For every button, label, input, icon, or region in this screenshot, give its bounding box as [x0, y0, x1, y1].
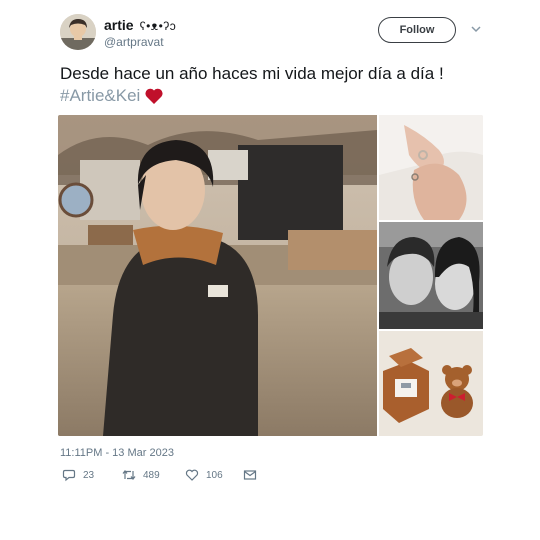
hashtag-link[interactable]: #Artie&Kei	[60, 84, 140, 107]
message-button[interactable]	[243, 468, 257, 482]
tweet-text: Desde hace un año haces mi vida mejor dí…	[60, 64, 444, 83]
media-photo-selfie[interactable]	[379, 222, 483, 329]
message-icon	[243, 470, 257, 480]
chevron-down-icon[interactable]	[470, 24, 482, 34]
media-photo-gifts[interactable]	[379, 331, 483, 436]
avatar-image	[60, 14, 96, 50]
tweet-actions: 23 489 106	[62, 468, 257, 482]
reply-count: 23	[83, 469, 95, 481]
like-button[interactable]: 106	[185, 468, 243, 482]
heart-icon	[145, 88, 163, 104]
tweet-card: artie ʕ•ᴥ•ʔↄ @artpravat Follow Desde hac…	[0, 0, 540, 540]
reply-icon	[62, 469, 76, 482]
avatar[interactable]	[60, 14, 96, 50]
media-grid	[58, 115, 483, 436]
media-main-photo[interactable]	[58, 115, 377, 436]
tweet-timestamp[interactable]: 11:11PM - 13 Mar 2023	[60, 447, 174, 459]
retweet-count: 489	[143, 469, 160, 481]
reply-button[interactable]: 23	[62, 468, 122, 482]
display-name[interactable]: artie	[104, 17, 134, 33]
like-icon	[185, 469, 199, 481]
author-name-row[interactable]: artie ʕ•ᴥ•ʔↄ	[104, 17, 176, 33]
retweet-button[interactable]: 489	[122, 468, 185, 482]
follow-button[interactable]: Follow	[378, 17, 456, 43]
name-decoration: ʕ•ᴥ•ʔↄ	[139, 19, 177, 33]
like-count: 106	[206, 469, 223, 481]
retweet-icon	[122, 470, 136, 480]
tweet-hashtag-row: #Artie&Kei	[60, 84, 164, 107]
author-handle[interactable]: @artpravat	[104, 35, 164, 49]
media-photo-hands[interactable]	[379, 115, 483, 220]
